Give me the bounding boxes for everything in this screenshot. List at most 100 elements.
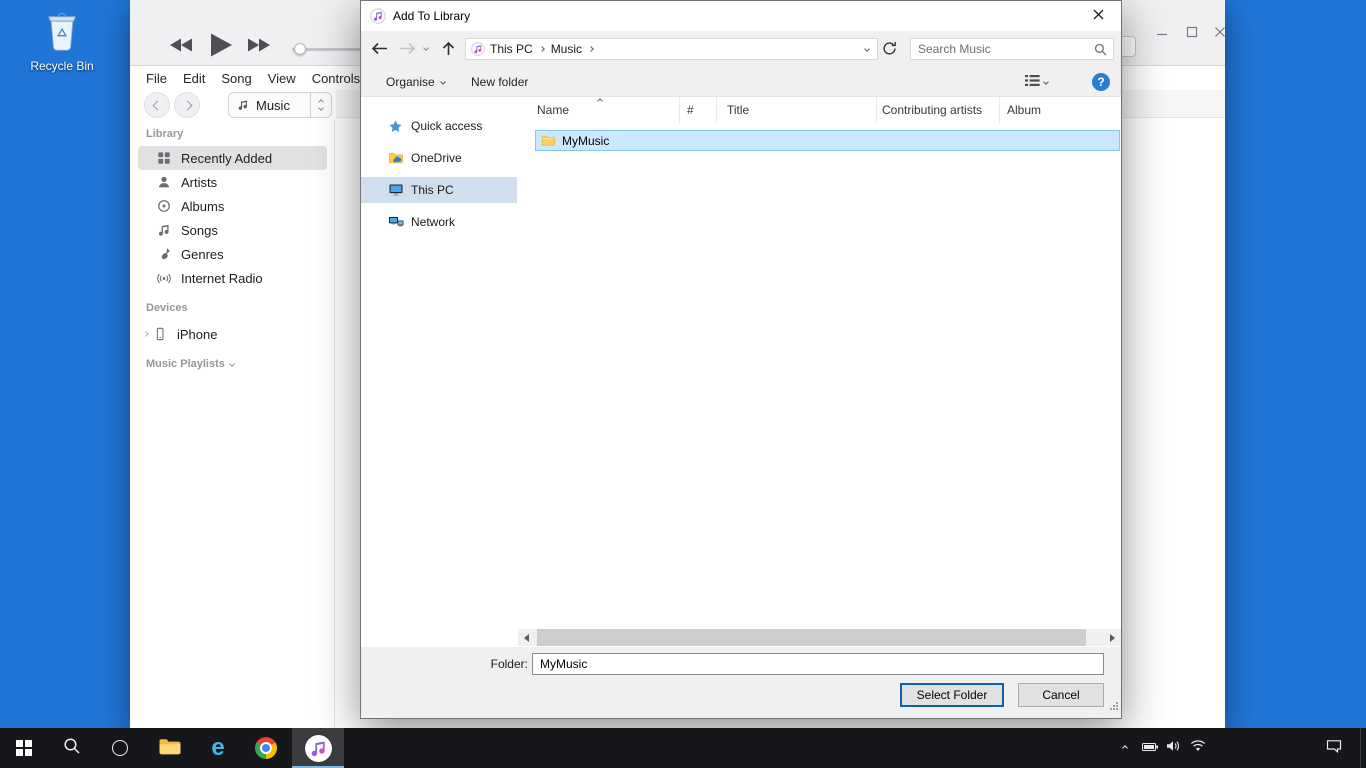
breadcrumb-this-pc[interactable]: This PC <box>485 39 538 59</box>
maximize-button[interactable] <box>1184 26 1200 42</box>
playlists-header[interactable]: Music Playlists <box>146 358 234 370</box>
sidebar-item-genres[interactable]: Genres <box>138 242 327 266</box>
action-center-icon <box>1326 739 1342 758</box>
sidebar-item-internet-radio[interactable]: Internet Radio <box>138 266 327 290</box>
expand-chevron-icon[interactable] <box>143 331 149 337</box>
fast-forward-button[interactable] <box>246 37 270 58</box>
search-icon[interactable] <box>1094 43 1107 56</box>
scrollbar-thumb[interactable] <box>537 629 1086 646</box>
search-box[interactable] <box>910 38 1114 60</box>
menu-song[interactable]: Song <box>213 71 259 86</box>
column-header-name[interactable]: Name <box>518 97 680 123</box>
menu-file[interactable]: File <box>138 71 175 86</box>
volume-tray-icon[interactable] <box>1162 728 1186 768</box>
internet-explorer-button[interactable]: e <box>194 728 242 768</box>
folder-icon <box>158 736 182 761</box>
refresh-button[interactable] <box>882 41 897 61</box>
nav-pane-label: Network <box>411 215 455 229</box>
back-button[interactable] <box>371 42 388 60</box>
scroll-right-button[interactable] <box>1104 629 1121 646</box>
column-header-title[interactable]: Title <box>717 97 877 123</box>
address-dropdown-icon[interactable] <box>864 46 870 52</box>
sidebar-item-songs[interactable]: Songs <box>138 218 327 242</box>
resize-grip[interactable] <box>1109 698 1119 716</box>
nav-pane-quick-access[interactable]: Quick access <box>361 113 517 139</box>
nav-pane-onedrive[interactable]: OneDrive <box>361 145 517 171</box>
new-folder-button[interactable]: New folder <box>471 67 528 96</box>
itunes-icon <box>370 8 386 24</box>
up-button[interactable] <box>442 41 455 61</box>
address-bar[interactable]: This PC Music <box>465 38 878 60</box>
breadcrumb-chevron-icon[interactable] <box>539 46 545 52</box>
search-input[interactable] <box>911 42 1094 56</box>
devices-header: Devices <box>146 302 188 314</box>
cancel-button[interactable]: Cancel <box>1018 683 1104 707</box>
history-dropdown-button[interactable] <box>424 46 428 50</box>
help-icon: ? <box>1097 75 1104 89</box>
music-note-icon <box>237 99 249 111</box>
horizontal-scrollbar[interactable] <box>518 629 1121 646</box>
dialog-command-bar: Organise New folder ? <box>361 67 1121 97</box>
file-explorer-button[interactable] <box>146 728 194 768</box>
recycle-bin[interactable]: Recycle Bin <box>22 8 102 73</box>
media-picker[interactable]: Music <box>228 92 332 118</box>
volume-icon <box>1166 739 1182 757</box>
menu-edit[interactable]: Edit <box>175 71 213 86</box>
folder-input[interactable] <box>532 653 1104 675</box>
battery-tray-icon[interactable] <box>1138 728 1162 768</box>
show-hidden-icons-button[interactable] <box>1112 728 1138 768</box>
taskbar-search-button[interactable] <box>48 728 96 768</box>
dialog-footer: Folder: Select Folder Cancel <box>361 647 1121 718</box>
dialog-nav-bar: This PC Music <box>361 31 1121 67</box>
select-folder-button[interactable]: Select Folder <box>900 683 1004 707</box>
column-header-number[interactable]: # <box>680 97 717 123</box>
action-center-button[interactable] <box>1318 728 1350 768</box>
breadcrumb-chevron-icon[interactable] <box>588 46 594 52</box>
computer-icon <box>387 182 404 199</box>
chevron-down-icon <box>423 45 429 51</box>
folder-label: Folder: <box>456 657 528 671</box>
dialog-title-bar: Add To Library <box>361 1 1121 31</box>
sidebar-item-iphone[interactable]: iPhone <box>138 322 327 346</box>
close-button[interactable] <box>1212 26 1228 42</box>
chrome-button[interactable] <box>242 728 290 768</box>
media-picker-label: Music <box>256 98 290 113</box>
nav-pane-network[interactable]: Network <box>361 209 517 235</box>
show-desktop-button[interactable] <box>1360 728 1366 768</box>
itunes-icon <box>305 735 332 762</box>
itunes-back-button[interactable] <box>144 92 170 118</box>
breadcrumb-music[interactable]: Music <box>546 39 587 59</box>
nav-pane-this-pc[interactable]: This PC <box>361 177 517 203</box>
rewind-button[interactable] <box>170 37 194 58</box>
itunes-taskbar-button[interactable] <box>292 728 344 768</box>
menu-view[interactable]: View <box>260 71 304 86</box>
itunes-icon <box>471 42 485 56</box>
sidebar-item-artists[interactable]: Artists <box>138 170 327 194</box>
start-button[interactable] <box>0 728 48 768</box>
sidebar-item-albums[interactable]: Albums <box>138 194 327 218</box>
volume-slider[interactable] <box>292 48 366 51</box>
sidebar-item-recently-added[interactable]: Recently Added <box>138 146 327 170</box>
column-header-album[interactable]: Album <box>1000 97 1121 123</box>
add-to-library-dialog: Add To Library This PC Music <box>360 0 1122 719</box>
play-button[interactable] <box>208 32 234 63</box>
minimize-button[interactable] <box>1154 26 1170 42</box>
organise-button[interactable]: Organise <box>386 67 445 96</box>
menu-controls[interactable]: Controls <box>304 71 368 86</box>
network-tray-icon[interactable] <box>1186 728 1210 768</box>
change-view-button[interactable] <box>1025 67 1048 96</box>
column-header-contributing-artists[interactable]: Contributing artists <box>877 97 1000 123</box>
dialog-close-button[interactable] <box>1075 1 1121 31</box>
scrollbar-track[interactable] <box>535 629 1104 646</box>
forward-button[interactable] <box>399 42 416 60</box>
scroll-left-button[interactable] <box>518 629 535 646</box>
recycle-bin-label: Recycle Bin <box>30 59 93 73</box>
sidebar-item-label: Recently Added <box>181 151 272 166</box>
cortana-button[interactable] <box>96 728 144 768</box>
help-button[interactable]: ? <box>1092 73 1110 91</box>
volume-knob[interactable] <box>294 43 306 55</box>
chevron-right-icon <box>182 100 192 110</box>
file-row-mymusic[interactable]: MyMusic <box>535 130 1120 151</box>
itunes-forward-button[interactable] <box>174 92 200 118</box>
minimize-icon <box>1156 25 1168 43</box>
